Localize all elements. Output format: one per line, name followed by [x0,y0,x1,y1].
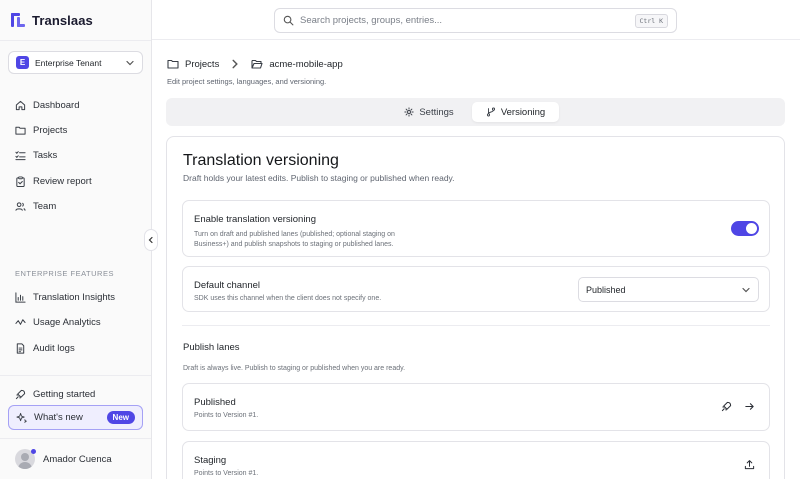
panel-title: Translation versioning [183,152,339,169]
sidebar-item-label: Team [33,200,57,212]
users-icon [15,201,26,211]
app-name: Translaas [32,12,93,28]
sidebar-item-tasks[interactable]: Tasks [15,146,57,164]
sidebar-item-usage-analytics[interactable]: Usage Analytics [15,313,101,331]
lane-actions [744,459,755,470]
gear-icon [404,107,414,117]
rocket-icon [15,389,26,399]
top-bar: Ctrl K [152,0,800,40]
lane-name: Staging [194,455,227,466]
tenant-name: Enterprise Tenant [35,57,102,68]
lane-points-to: Points to Version #1. [194,470,259,477]
rocket-icon[interactable] [721,401,732,412]
arrow-right-icon[interactable] [744,401,755,412]
tenant-badge: E [16,56,29,69]
activity-icon [15,318,26,325]
tab-label: Settings [419,106,454,118]
tab-label: Versioning [500,106,546,118]
sidebar-divider [0,375,151,376]
chevron-left-icon [148,236,153,244]
tenant-switcher[interactable]: E Enterprise Tenant [8,51,143,74]
enterprise-section-label: ENTERPRISE FEATURES [15,269,114,278]
collapse-sidebar-button[interactable] [144,229,158,251]
search-icon [283,15,294,26]
default-channel-value: Published [586,284,626,295]
toggle-knob [746,223,757,234]
whats-new-label: What's new [34,412,83,423]
user-menu[interactable]: Amador Cuenca [15,449,112,469]
sidebar-item-label: Dashboard [33,99,80,111]
settings-tabs: Settings Versioning [166,98,785,126]
list-checks-icon [15,150,26,160]
panel-description: Draft holds your latest edits. Publish t… [183,173,455,183]
enable-versioning-title: Enable translation versioning [194,214,316,225]
sparkles-icon [16,412,27,423]
page-subtitle: Edit project settings, languages, and ve… [167,77,327,86]
lane-points-to: Points to Version #1. [194,412,259,419]
publish-lanes-description: Draft is always live. Publish to staging… [183,365,406,372]
folder-open-icon [251,59,263,69]
versioning-toggle[interactable] [731,221,759,236]
folder-icon [167,59,179,69]
chevron-down-icon [742,287,750,292]
section-divider [182,325,770,326]
search-box[interactable]: Ctrl K [274,8,677,33]
enable-versioning-card: Enable translation versioning Turn on dr… [182,200,770,257]
enable-versioning-description-line2: Business+) and publish snapshots to stag… [194,241,394,248]
default-channel-description: SDK uses this channel when the client do… [194,295,382,302]
tab-versioning[interactable]: Versioning [472,102,559,122]
bar-chart-icon [15,291,26,303]
translaas-logo-icon [11,13,25,27]
breadcrumb: Projects acme-mobile-app [167,58,343,70]
clipboard-check-icon [16,175,25,187]
sidebar-item-label: Review report [33,175,92,187]
sidebar-item-label: Audit logs [33,342,75,354]
home-icon [15,100,26,110]
sidebar-item-projects[interactable]: Projects [15,121,67,139]
sidebar-item-label: Tasks [33,149,58,161]
file-text-icon [16,342,25,354]
search-input[interactable] [300,15,629,26]
git-branch-icon [486,107,495,117]
lane-name: Published [194,397,236,408]
default-channel-card: Default channel SDK uses this channel wh… [182,266,770,312]
versioning-panel: Translation versioning Draft holds your … [166,136,785,479]
sidebar-item-review-report[interactable]: Review report [15,172,92,190]
enable-versioning-description-line1: Turn on draft and published lanes (publi… [194,231,395,238]
sidebar-divider [0,40,151,41]
user-name: Amador Cuenca [43,453,112,465]
sidebar-item-label: Getting started [33,388,96,400]
default-channel-select[interactable]: Published [578,277,759,302]
online-status-dot [31,449,36,454]
new-badge: New [106,411,135,424]
breadcrumb-projects-link[interactable]: Projects [185,59,219,70]
chevron-right-icon [232,59,239,69]
default-channel-title: Default channel [194,280,261,291]
sidebar-item-team[interactable]: Team [15,197,56,215]
chevron-down-icon [126,60,134,65]
lane-actions [721,401,755,412]
sidebar-item-label: Usage Analytics [33,316,101,328]
sidebar-item-label: Projects [33,124,68,136]
sidebar-item-getting-started[interactable]: Getting started [15,385,95,403]
upload-icon[interactable] [744,459,755,470]
sidebar-item-dashboard[interactable]: Dashboard [15,96,79,114]
search-shortcut: Ctrl K [634,13,668,28]
folder-icon [15,126,26,135]
brand[interactable]: Translaas [10,12,93,28]
tab-settings[interactable]: Settings [398,102,460,122]
whats-new-button[interactable]: What's new New [8,405,143,430]
sidebar-item-audit-logs[interactable]: Audit logs [15,339,75,357]
sidebar-item-label: Translation Insights [33,291,116,303]
sidebar-divider [0,438,151,439]
lane-card-published: Published Points to Version #1. [182,383,770,431]
publish-lanes-title: Publish lanes [183,342,240,353]
lane-card-staging: Staging Points to Version #1. [182,441,770,479]
sidebar-item-translation-insights[interactable]: Translation Insights [15,288,115,306]
breadcrumb-current-project[interactable]: acme-mobile-app [269,59,342,70]
sidebar: Translaas E Enterprise Tenant Dashboard … [0,0,158,479]
